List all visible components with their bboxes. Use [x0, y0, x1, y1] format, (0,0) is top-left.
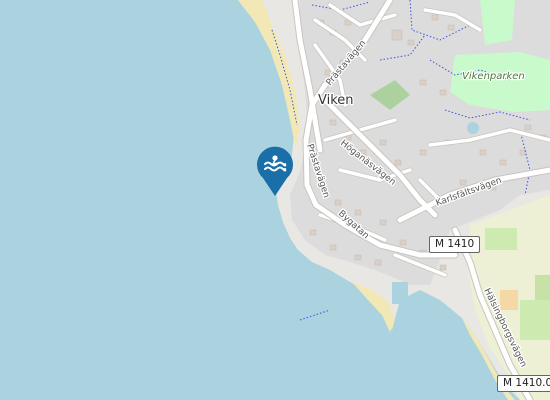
road-shield-m141001: M 1410.01 — [497, 375, 550, 392]
map-canvas: Viken Vikenparken Prästavägen Prästaväge… — [0, 0, 550, 400]
harbour-basin — [392, 282, 408, 304]
map-view[interactable]: Viken Vikenparken Prästavägen Prästaväge… — [0, 0, 550, 400]
road-shield-m1410: M 1410 — [429, 236, 481, 253]
field — [520, 300, 550, 340]
field — [500, 290, 518, 310]
field — [535, 275, 550, 300]
swimming-icon — [257, 146, 293, 196]
park-label-vikenparken: Vikenparken — [462, 71, 525, 82]
park-area — [480, 0, 515, 45]
place-label-viken: Viken — [318, 93, 354, 108]
pond — [467, 122, 479, 134]
field — [485, 228, 517, 250]
